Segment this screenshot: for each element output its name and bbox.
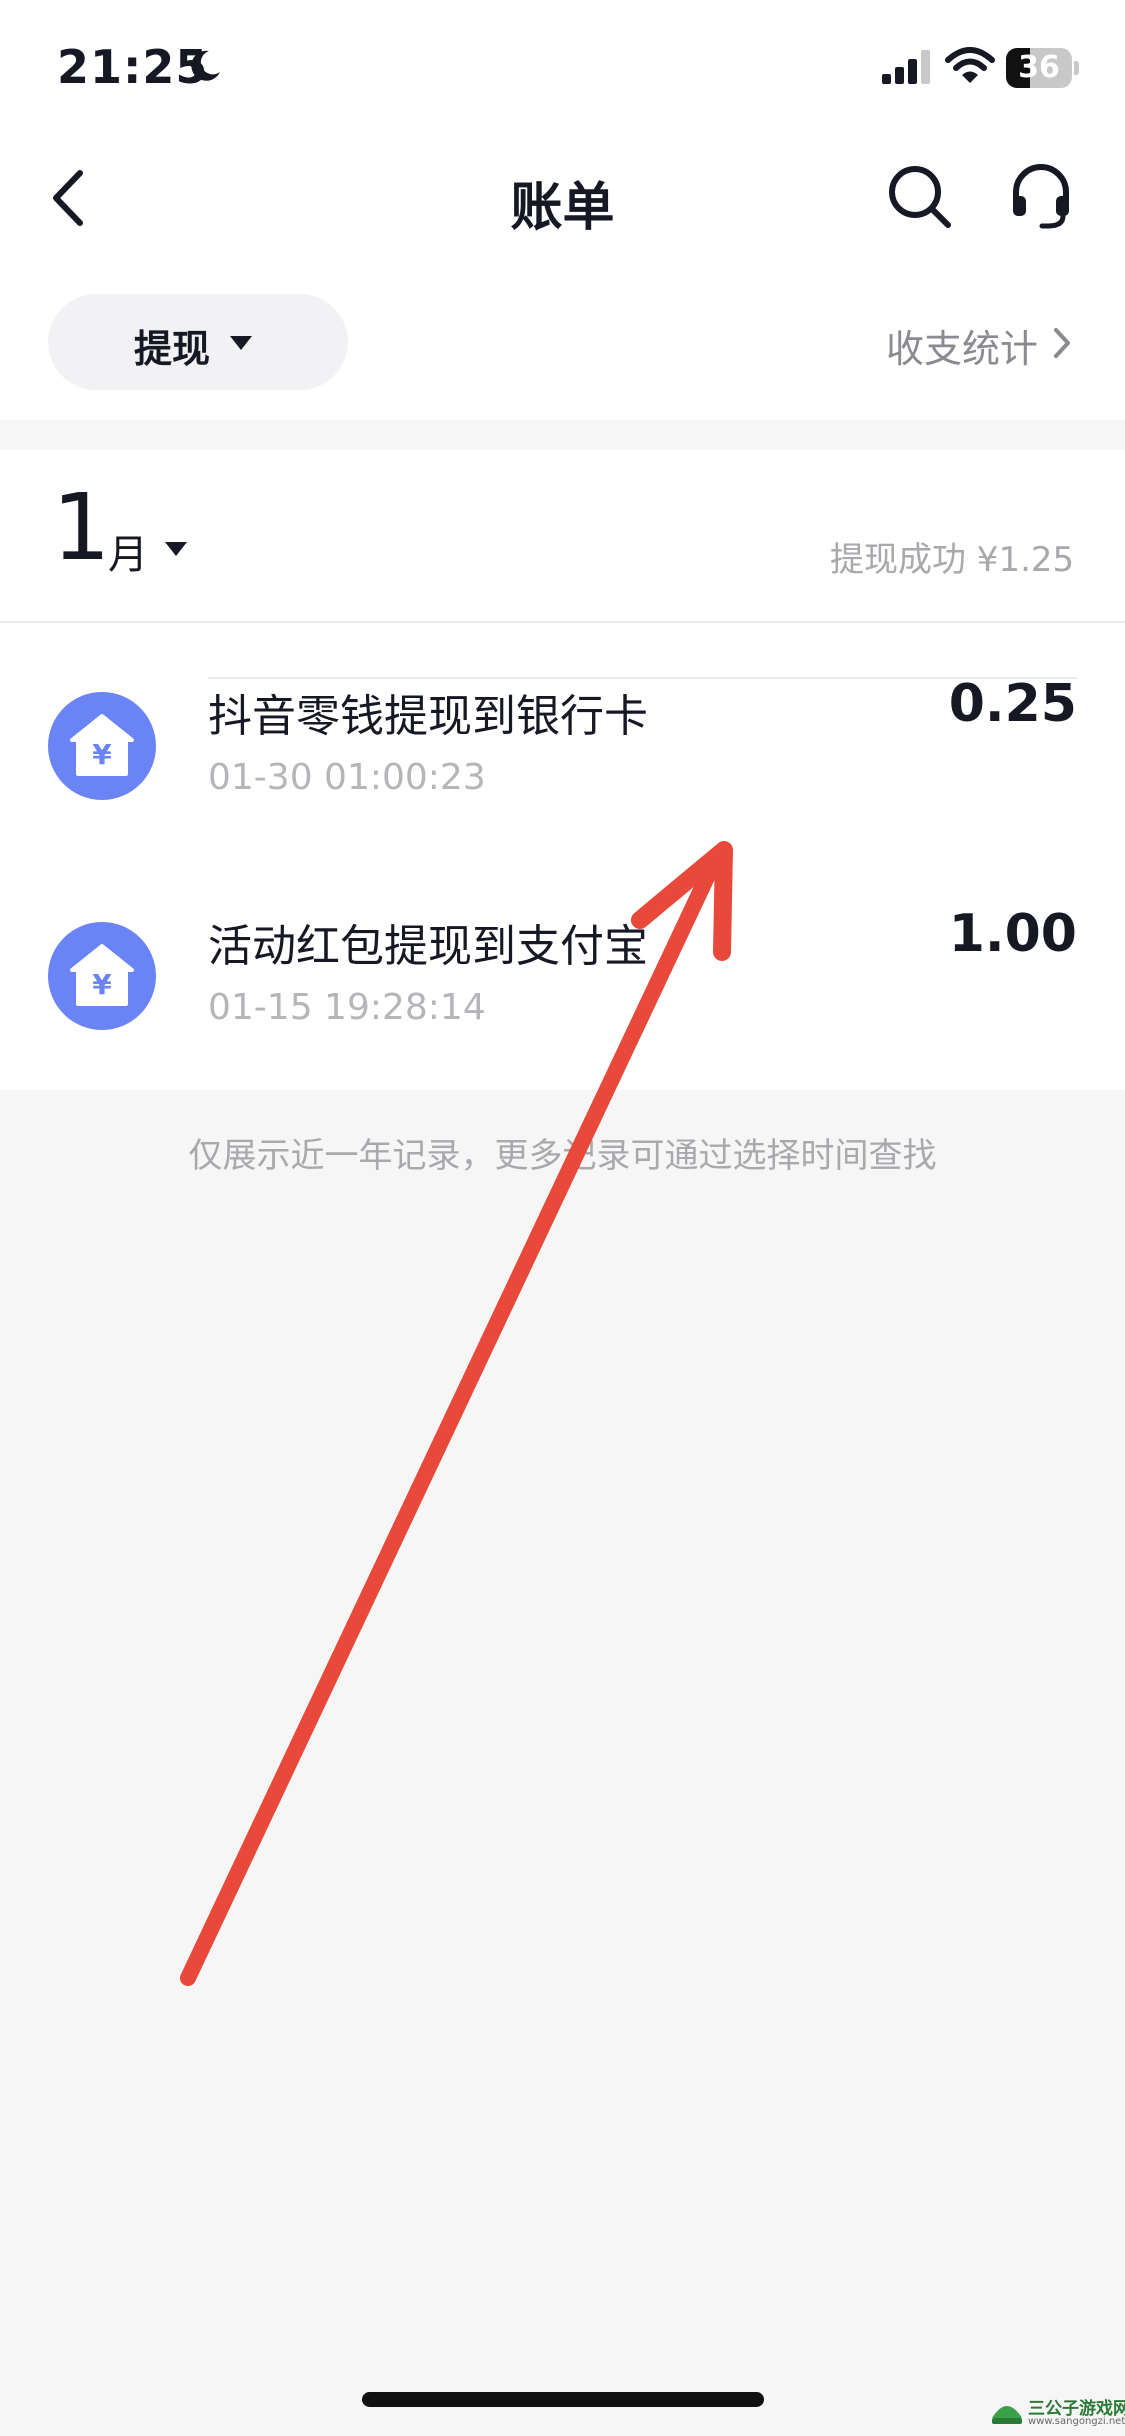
transaction-title: 抖音零钱提现到银行卡: [208, 691, 648, 742]
filter-label: 提现: [134, 327, 211, 371]
stats-label: 收支统计: [886, 327, 1039, 371]
transaction-amount: 1.00: [948, 904, 1077, 964]
search-icon[interactable]: [885, 162, 955, 232]
transactions-card: 1 月 提现成功 ¥1.25 ¥ 抖音零钱提现到银行卡 01-30 01:00:…: [0, 450, 1125, 1090]
headset-icon[interactable]: [1008, 162, 1074, 232]
home-indicator[interactable]: [362, 2392, 764, 2407]
income-expense-stats-link[interactable]: 收支统计: [860, 316, 1080, 372]
header-area: 21:25 36 账单 提现 收支统计: [0, 0, 1125, 420]
transaction-time: 01-30 01:00:23: [208, 757, 486, 798]
type-filter-dropdown[interactable]: 提现: [48, 294, 348, 390]
transaction-row[interactable]: ¥ 活动红包提现到支付宝 01-15 19:28:14 1.00: [0, 854, 1125, 1084]
transaction-row[interactable]: ¥ 抖音零钱提现到银行卡 01-30 01:00:23 0.25: [0, 624, 1125, 854]
chevron-right-icon: [1054, 328, 1070, 358]
svg-text:¥: ¥: [92, 738, 112, 771]
caret-down-icon[interactable]: [165, 542, 187, 556]
watermark-url: www.sangongzi.net: [1028, 2416, 1125, 2427]
watermark-logo: [992, 2406, 1022, 2424]
watermark: 三公子游戏网 www.sangongzi.net: [990, 2392, 1125, 2432]
battery-icon: 36: [1006, 48, 1079, 88]
transaction-title: 活动红包提现到支付宝: [208, 921, 648, 972]
status-time: 21:25: [57, 40, 209, 94]
transaction-time: 01-15 19:28:14: [208, 987, 486, 1028]
battery-level: 36: [1018, 50, 1060, 85]
page-title: 账单: [510, 178, 615, 238]
divider: [0, 621, 1125, 623]
month-unit[interactable]: 月: [108, 522, 148, 580]
yuan-house-icon: ¥: [48, 922, 156, 1030]
svg-text:¥: ¥: [92, 968, 112, 1001]
transaction-amount: 0.25: [948, 674, 1077, 734]
month-summary: 提现成功 ¥1.25: [830, 540, 1075, 580]
yuan-house-icon: ¥: [48, 692, 156, 800]
moon-icon: [191, 50, 220, 81]
wifi-icon: [945, 47, 995, 83]
cellular-signal-icon: [882, 50, 930, 84]
caret-down-icon: [230, 336, 252, 350]
history-footnote: 仅展示近一年记录，更多记录可通过选择时间查找: [188, 1136, 937, 1176]
row-separator: [208, 677, 1077, 679]
battery-shell: 36: [1006, 48, 1072, 88]
battery-cap: [1074, 61, 1079, 75]
month-number[interactable]: 1: [52, 482, 111, 574]
